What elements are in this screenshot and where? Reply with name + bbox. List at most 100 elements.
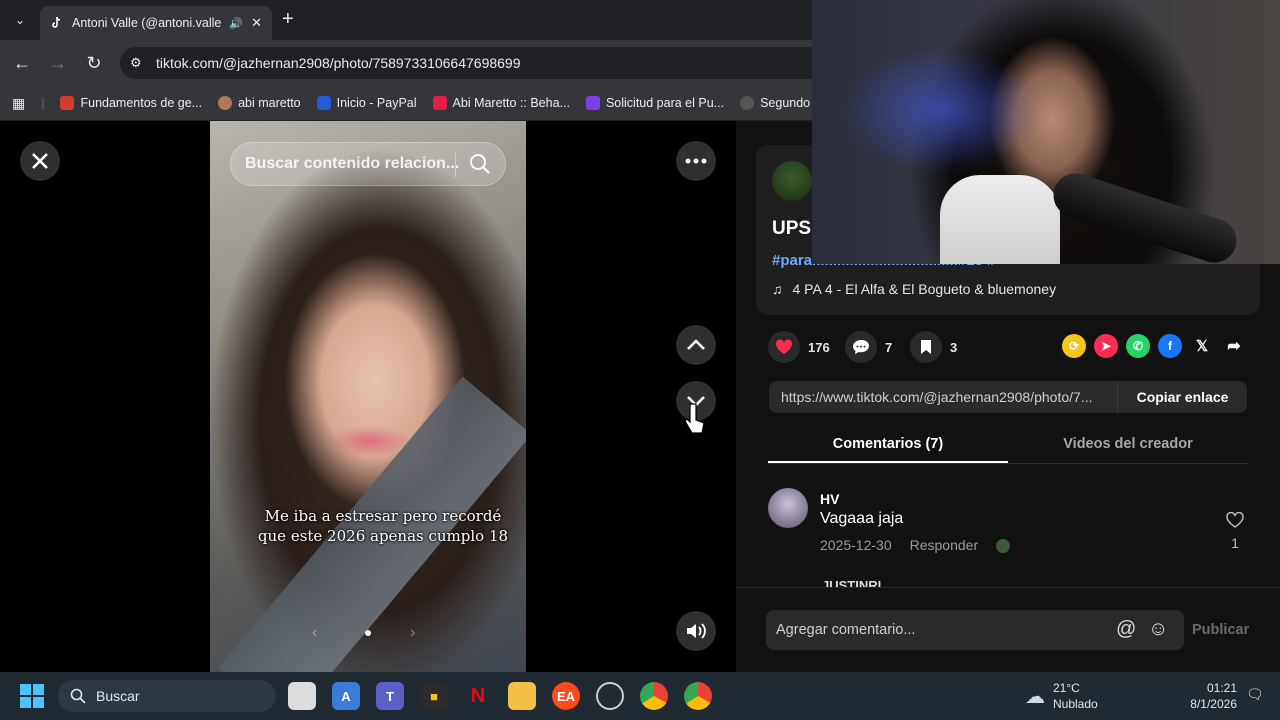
- previous-post-button[interactable]: [676, 325, 716, 365]
- like-action[interactable]: 176: [768, 331, 830, 363]
- netflix-icon[interactable]: N: [464, 682, 492, 710]
- copy-link-button[interactable]: Copiar enlace: [1117, 381, 1247, 413]
- repost-icon[interactable]: ⟳: [1062, 334, 1086, 358]
- more-icon: [685, 158, 707, 164]
- bookmark-3[interactable]: Abi Maretto :: Beha...: [432, 96, 570, 110]
- bookmark-4[interactable]: Solicitud para el Pu...: [585, 96, 725, 110]
- publish-button[interactable]: Publicar: [1192, 622, 1249, 638]
- tab-comments[interactable]: Comentarios (7): [768, 430, 1008, 463]
- photo-caption: Me iba a estresar pero recordé que este …: [257, 507, 509, 545]
- file-explorer-icon[interactable]: [508, 682, 536, 710]
- back-icon[interactable]: ←: [7, 48, 37, 78]
- bookmark-1[interactable]: abi maretto: [218, 96, 301, 110]
- chrome-icon[interactable]: [640, 682, 668, 710]
- apps-icon[interactable]: ▦: [12, 95, 25, 112]
- forward-icon[interactable]: →: [43, 48, 73, 78]
- commenter-avatar[interactable]: [768, 488, 808, 528]
- related-search-placeholder: Buscar contenido relacion...: [245, 155, 460, 172]
- obs-icon[interactable]: [596, 682, 624, 710]
- related-search-input[interactable]: Buscar contenido relacion...: [230, 142, 506, 186]
- emoji-icon[interactable]: ☺: [1148, 618, 1168, 641]
- save-action[interactable]: 3: [910, 331, 957, 363]
- windows-start-icon[interactable]: [20, 684, 44, 708]
- divider: [736, 587, 1280, 588]
- bookmark-0-label: Fundamentos de ge...: [80, 96, 203, 110]
- task-view-icon[interactable]: [288, 682, 316, 710]
- new-tab-icon[interactable]: +: [282, 8, 294, 31]
- url-text: tiktok.com/@jazhernan2908/photo/75897331…: [156, 55, 521, 71]
- bookmark-2[interactable]: Inicio - PayPal: [316, 96, 417, 110]
- creator-liked-icon: [996, 539, 1011, 553]
- bookmark-1-icon: [218, 96, 233, 110]
- search-divider: [455, 153, 456, 177]
- site-settings-icon[interactable]: ⚙: [130, 55, 142, 71]
- comment-count: 7: [885, 339, 893, 355]
- tab-creator-videos[interactable]: Videos del creador: [1008, 430, 1248, 463]
- address-bar[interactable]: ⚙ tiktok.com/@jazhernan2908/photo/758973…: [120, 47, 812, 79]
- x-icon[interactable]: 𝕏: [1190, 334, 1214, 358]
- tab-search-icon[interactable]: ⌄: [8, 8, 32, 32]
- whatsapp-icon[interactable]: ✆: [1126, 334, 1150, 358]
- comment-action[interactable]: 7: [845, 331, 892, 363]
- volume-button[interactable]: [676, 611, 716, 651]
- clock[interactable]: 01:21 8/1/2026: [1185, 680, 1237, 712]
- save-count: 3: [950, 339, 958, 355]
- close-tab-icon[interactable]: ✕: [251, 15, 262, 31]
- search-icon: [70, 688, 86, 704]
- prev-photo-icon[interactable]: ‹: [312, 624, 317, 642]
- like-count: 176: [808, 339, 830, 355]
- close-viewer-button[interactable]: [20, 141, 60, 181]
- teams-icon[interactable]: T: [376, 682, 404, 710]
- azure-icon[interactable]: A: [332, 682, 360, 710]
- chevron-up-icon: [687, 339, 705, 350]
- bookmark-5-label: Segundo: [760, 96, 811, 110]
- weather-condition: Nublado: [1053, 697, 1098, 711]
- bookmark-0-icon: [60, 96, 75, 110]
- share-arrow-icon[interactable]: ➦: [1222, 334, 1246, 358]
- comment-like-count: 1: [1231, 535, 1239, 551]
- app-icon[interactable]: ■: [420, 682, 448, 710]
- comment-meta: 2025-12-30 Responder: [820, 537, 1011, 553]
- reply-button[interactable]: Responder: [910, 537, 979, 553]
- bookmark-5[interactable]: Segundo: [740, 96, 810, 110]
- post-title: UPS: [772, 218, 812, 239]
- bookmark-5-icon: [740, 96, 755, 110]
- browser-tab[interactable]: Antoni Valle (@antoni.valle( 🔊 ✕: [40, 6, 272, 40]
- share-link-box: https://www.tiktok.com/@jazhernan2908/ph…: [769, 381, 1247, 413]
- comment-input[interactable]: Agregar comentario... @ ☺: [766, 610, 1184, 650]
- share-row: ⟳ ➤ ✆ f 𝕏 ➦: [1062, 334, 1246, 358]
- reload-icon[interactable]: ↻: [79, 48, 109, 78]
- close-icon: [32, 153, 48, 169]
- creator-avatar[interactable]: [772, 161, 812, 201]
- comment-date: 2025-12-30: [820, 537, 892, 553]
- comment-username[interactable]: HV: [820, 491, 839, 507]
- bookmark-4-label: Solicitud para el Pu...: [605, 96, 725, 110]
- share-link-url[interactable]: https://www.tiktok.com/@jazhernan2908/ph…: [769, 389, 1117, 405]
- bookmark-3-label: Abi Maretto :: Beha...: [452, 96, 570, 110]
- cloud-icon: ☁: [1025, 685, 1045, 708]
- music-link[interactable]: ♫ 4 PA 4 - El Alfa & El Bogueto & bluemo…: [772, 281, 1056, 297]
- facebook-icon[interactable]: f: [1158, 334, 1182, 358]
- notification-icon[interactable]: 🗨: [1246, 686, 1264, 703]
- search-icon[interactable]: [469, 153, 491, 180]
- post-photo[interactable]: [210, 121, 526, 672]
- heart-outline-icon: [1226, 511, 1244, 528]
- taskbar-search[interactable]: Buscar: [58, 680, 276, 712]
- bookmark-2-label: Inicio - PayPal: [336, 96, 417, 110]
- weather-widget[interactable]: ☁ 21°C Nublado: [1025, 680, 1098, 712]
- next-photo-icon[interactable]: ›: [410, 624, 415, 642]
- comment-like[interactable]: 1: [1224, 511, 1246, 551]
- mention-icon[interactable]: @: [1116, 618, 1136, 641]
- webcam-subject-top: [940, 175, 1060, 264]
- chrome-profile-icon[interactable]: [684, 682, 712, 710]
- paypal-icon: [316, 96, 331, 110]
- bookmark-4-icon: [585, 96, 600, 110]
- send-icon[interactable]: ➤: [1094, 334, 1118, 358]
- heart-icon: [768, 331, 800, 363]
- bookmark-3-icon: [432, 96, 447, 110]
- tab-title: Antoni Valle (@antoni.valle(: [72, 16, 222, 30]
- more-options-button[interactable]: [676, 141, 716, 181]
- ea-icon[interactable]: EA: [552, 682, 580, 710]
- bookmark-0[interactable]: Fundamentos de ge...: [60, 96, 202, 110]
- speaker-icon[interactable]: 🔊: [229, 17, 243, 30]
